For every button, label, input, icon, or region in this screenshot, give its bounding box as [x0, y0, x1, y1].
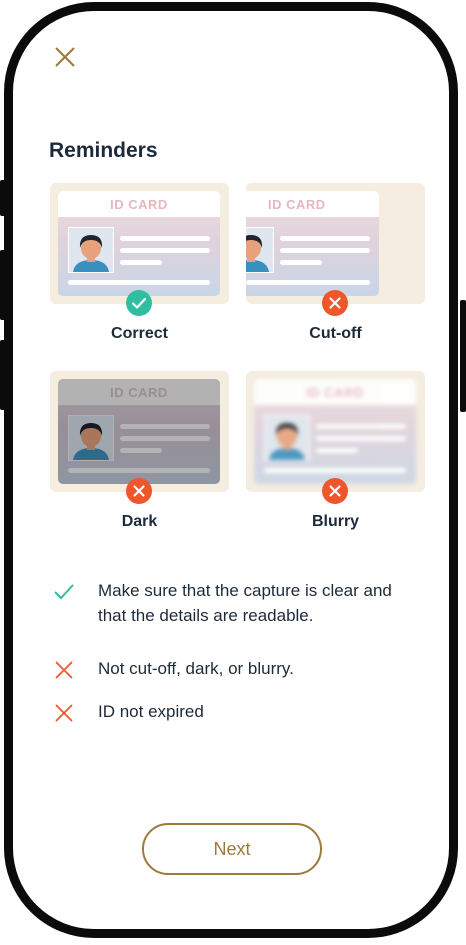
id-photo — [68, 415, 114, 461]
x-icon — [55, 661, 73, 679]
side-button-power — [460, 300, 466, 412]
id-text-line — [246, 280, 370, 285]
check-circle-icon — [126, 290, 152, 316]
check-icon — [54, 584, 74, 600]
person-avatar-icon — [246, 228, 273, 272]
next-button[interactable]: Next — [142, 823, 322, 875]
person-avatar-icon — [69, 416, 113, 460]
id-text-line — [68, 280, 210, 285]
x-circle-icon — [322, 290, 348, 316]
person-avatar-icon — [265, 416, 309, 460]
status-badge — [126, 290, 152, 316]
card-caption: Blurry — [311, 513, 360, 530]
id-text-line — [280, 260, 322, 265]
x-circle-icon — [126, 478, 152, 504]
card-caption: Dark — [121, 513, 158, 530]
x-circle-icon — [322, 478, 348, 504]
id-text-line — [120, 236, 210, 241]
id-card: ID CARD — [246, 191, 379, 296]
id-text-line — [280, 248, 370, 253]
id-text-line — [120, 248, 210, 253]
card-caption: Correct — [111, 325, 168, 342]
rule-text: Not cut-off, dark, or blurry. — [98, 659, 294, 678]
id-card-header: ID CARD — [58, 379, 220, 406]
id-photo — [246, 227, 274, 273]
person-avatar-icon — [69, 228, 113, 272]
status-badge — [126, 478, 152, 504]
rule-text: ID not expired — [98, 702, 204, 721]
id-text-line — [120, 448, 162, 453]
id-card-example-dark: ID CARD — [50, 371, 229, 492]
id-text-line — [316, 424, 406, 429]
id-card: ID CARD — [254, 379, 416, 484]
id-text-line — [120, 424, 210, 429]
rule-text: Make sure that the capture is clear and … — [98, 581, 392, 625]
status-badge — [322, 290, 348, 316]
x-icon — [55, 704, 73, 722]
status-badge — [322, 478, 348, 504]
rule-item: Make sure that the capture is clear and … — [53, 578, 413, 628]
id-card-header: ID CARD — [58, 191, 220, 218]
close-button[interactable] — [50, 42, 80, 72]
id-photo — [264, 415, 310, 461]
id-card-example-blurry: ID CARD — [246, 371, 425, 492]
id-card-header: ID CARD — [254, 379, 416, 406]
close-x-icon — [55, 47, 75, 67]
id-text-line — [120, 436, 210, 441]
id-card-example-cut-off: ID CARD — [246, 183, 425, 304]
reminders-screen: Reminders ID CARD Correct ID CARD Cut-of… — [13, 11, 449, 929]
id-text-line — [280, 236, 370, 241]
id-card: ID CARD — [58, 191, 220, 296]
phone-frame: Reminders ID CARD Correct ID CARD Cut-of… — [4, 2, 458, 938]
id-card: ID CARD — [58, 379, 220, 484]
rule-item: Not cut-off, dark, or blurry. — [53, 656, 413, 681]
id-text-line — [120, 260, 162, 265]
card-caption: Cut-off — [309, 325, 362, 342]
id-card-header: ID CARD — [246, 191, 379, 218]
rule-item: ID not expired — [53, 699, 413, 724]
id-text-line — [68, 468, 210, 473]
id-text-line — [316, 448, 358, 453]
id-photo — [68, 227, 114, 273]
id-card-example-correct: ID CARD — [50, 183, 229, 304]
id-text-line — [264, 468, 406, 473]
page-title: Reminders — [49, 139, 158, 162]
id-text-line — [316, 436, 406, 441]
